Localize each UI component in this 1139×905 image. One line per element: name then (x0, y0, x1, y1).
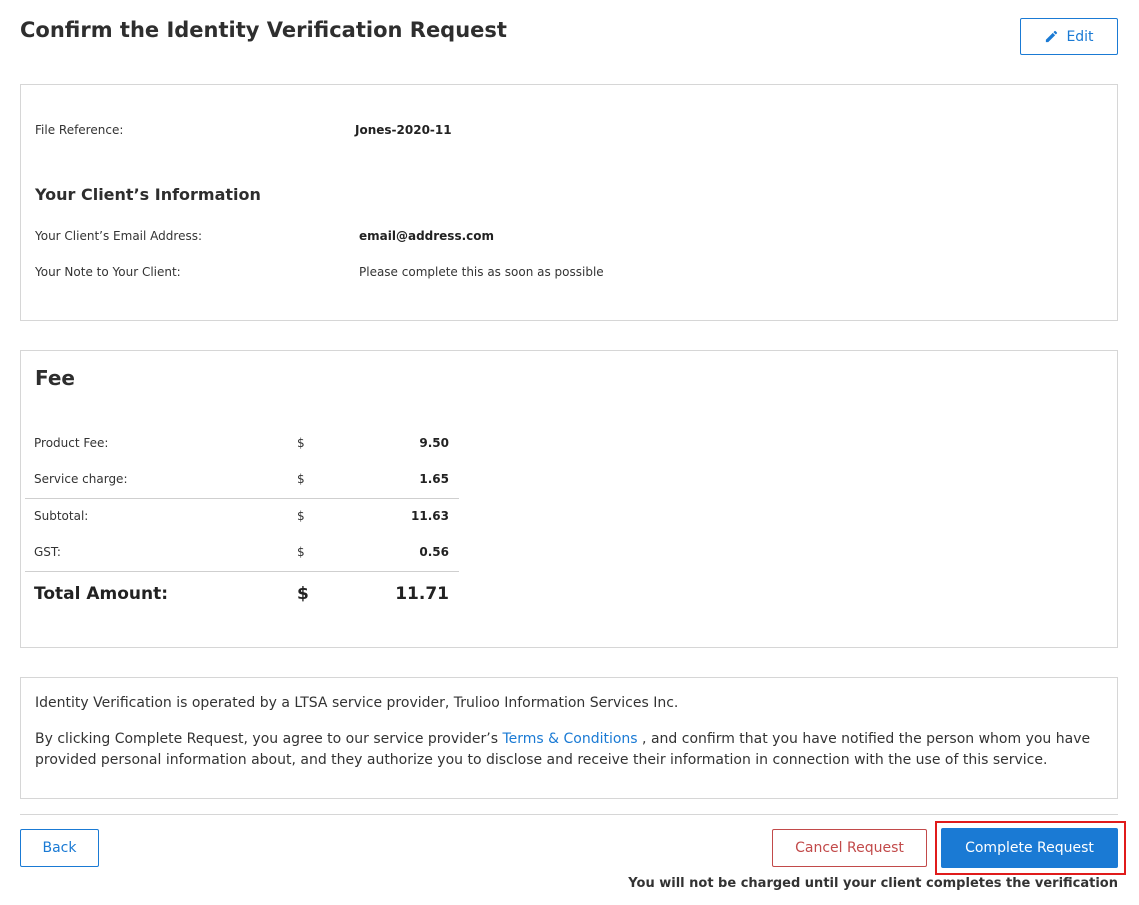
fee-heading: Fee (35, 366, 75, 390)
terms-agreement-text: By clicking Complete Request, you agree … (35, 731, 503, 747)
page-title: Confirm the Identity Verification Reques… (20, 18, 507, 42)
back-button[interactable]: Back (20, 829, 99, 867)
edit-button[interactable]: Edit (1020, 18, 1118, 55)
fee-row-amount: 1.65 (419, 472, 449, 486)
fee-divider (25, 498, 459, 499)
fee-row-currency: $ (297, 509, 305, 523)
terms-panel: Identity Verification is operated by a L… (20, 677, 1118, 799)
pencil-icon (1044, 29, 1059, 44)
cancel-request-button[interactable]: Cancel Request (772, 829, 927, 867)
client-note-value: Please complete this as soon as possible (359, 265, 604, 279)
terms-authorization-text: provided personal information about, and… (35, 752, 1048, 768)
client-note-label: Your Note to Your Client: (35, 265, 181, 279)
terms-agreement-text-cont: , and confirm that you have notified the… (637, 731, 1091, 747)
fee-row-label: GST: (34, 545, 61, 559)
file-reference-label: File Reference: (35, 123, 124, 137)
total-amount-currency: $ (297, 584, 309, 604)
terms-agreement-line: By clicking Complete Request, you agree … (35, 729, 1090, 750)
fee-row-label: Service charge: (34, 472, 128, 486)
file-reference-value: Jones-2020-11 (355, 123, 452, 137)
fee-row-amount: 0.56 (419, 545, 449, 559)
client-email-value: email@address.com (359, 229, 495, 243)
client-info-heading: Your Client’s Information (35, 185, 261, 204)
fee-row-currency: $ (297, 545, 305, 559)
total-amount-label: Total Amount: (34, 584, 169, 604)
fee-row-amount: 11.63 (411, 509, 449, 523)
total-amount-value: 11.71 (395, 584, 449, 604)
fee-row-label: Product Fee: (34, 436, 109, 450)
fee-panel: Fee Product Fee: $ 9.50 Service charge: … (20, 350, 1118, 648)
charge-notice: You will not be charged until your clien… (628, 876, 1118, 891)
fee-row-label: Subtotal: (34, 509, 89, 523)
fee-row-amount: 9.50 (419, 436, 449, 450)
complete-request-button[interactable]: Complete Request (941, 828, 1118, 868)
fee-divider (25, 571, 459, 572)
terms-operator-text: Identity Verification is operated by a L… (35, 695, 679, 711)
fee-row-currency: $ (297, 436, 305, 450)
footer-divider (20, 814, 1118, 815)
request-info-panel: File Reference: Jones-2020-11 Your Clien… (20, 84, 1118, 321)
fee-row-currency: $ (297, 472, 305, 486)
terms-conditions-link[interactable]: Terms & Conditions (502, 731, 637, 747)
client-email-label: Your Client’s Email Address: (35, 229, 202, 243)
edit-button-label: Edit (1066, 28, 1094, 45)
